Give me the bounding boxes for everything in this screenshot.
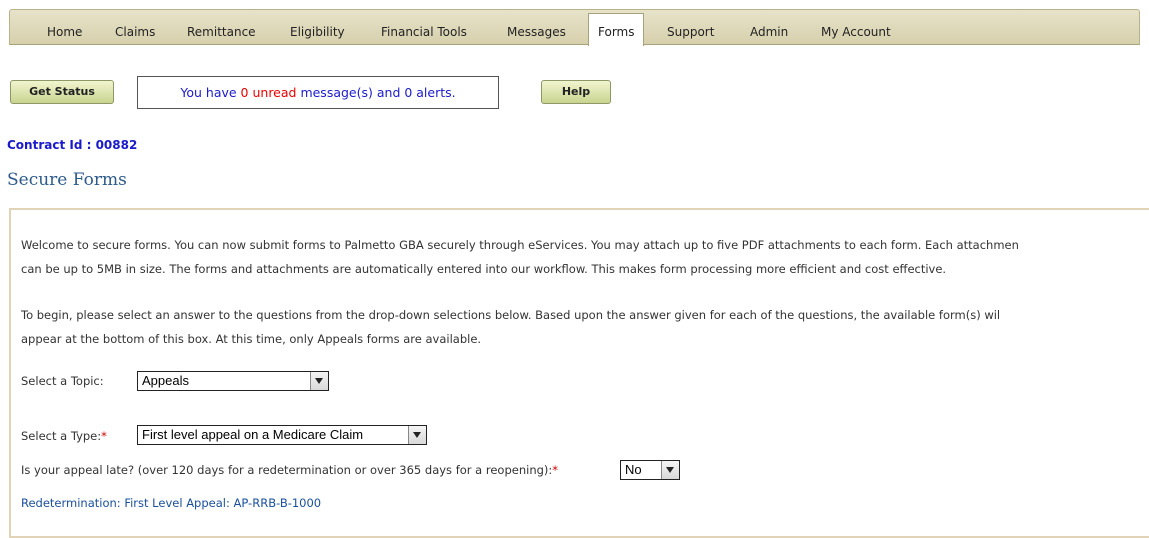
type-label-text: Select a Type: — [21, 429, 102, 443]
tab-financial-tools[interactable]: Financial Tools — [381, 10, 467, 45]
topic-label: Select a Topic: — [21, 374, 104, 388]
tab-support[interactable]: Support — [667, 10, 714, 45]
redetermination-form-link[interactable]: Redetermination: First Level Appeal: AP-… — [21, 496, 321, 510]
message-suffix: message(s) and 0 alerts. — [296, 85, 456, 100]
tab-claims[interactable]: Claims — [115, 10, 155, 45]
chevron-down-icon[interactable] — [661, 461, 679, 479]
type-select[interactable]: First level appeal on a Medicare Claim — [137, 425, 427, 445]
page-title: Secure Forms — [7, 170, 127, 190]
tab-forms[interactable]: Forms — [588, 13, 645, 46]
late-label-text: Is your appeal late? (over 120 days for … — [21, 463, 553, 477]
required-mark: * — [552, 463, 559, 477]
unread-count[interactable]: 0 unread — [241, 85, 297, 100]
tab-eligibility[interactable]: Eligibility — [290, 10, 345, 45]
get-status-button[interactable]: Get Status — [10, 80, 114, 104]
message-box[interactable]: You have 0 unread message(s) and 0 alert… — [137, 76, 499, 109]
late-selected-value: No — [625, 462, 642, 477]
tab-remittance[interactable]: Remittance — [187, 10, 256, 45]
tab-my-account[interactable]: My Account — [821, 10, 891, 45]
tab-admin[interactable]: Admin — [750, 10, 788, 45]
message-prefix: You have — [180, 85, 241, 100]
intro-line-2: can be up to 5MB in size. The forms and … — [21, 262, 947, 276]
topic-select[interactable]: Appeals — [137, 371, 329, 391]
intro-line-4: appear at the bottom of this box. At thi… — [21, 332, 482, 346]
topic-selected-value: Appeals — [142, 373, 189, 388]
chevron-down-icon[interactable] — [408, 426, 426, 444]
type-selected-value: First level appeal on a Medicare Claim — [142, 427, 364, 442]
tab-messages[interactable]: Messages — [507, 10, 566, 45]
main-nav: Home Claims Remittance Eligibility Finan… — [9, 9, 1140, 46]
chevron-down-icon[interactable] — [310, 372, 328, 390]
intro-line-1: Welcome to secure forms. You can now sub… — [21, 238, 1019, 252]
late-label: Is your appeal late? (over 120 days for … — [21, 463, 558, 477]
required-mark: * — [101, 429, 107, 443]
help-button[interactable]: Help — [541, 80, 611, 104]
intro-line-3: To begin, please select an answer to the… — [21, 308, 1001, 322]
type-label: Select a Type:* — [21, 429, 107, 443]
tab-home[interactable]: Home — [47, 10, 82, 45]
late-select[interactable]: No — [620, 460, 680, 480]
contract-id: Contract Id : 00882 — [7, 138, 138, 152]
